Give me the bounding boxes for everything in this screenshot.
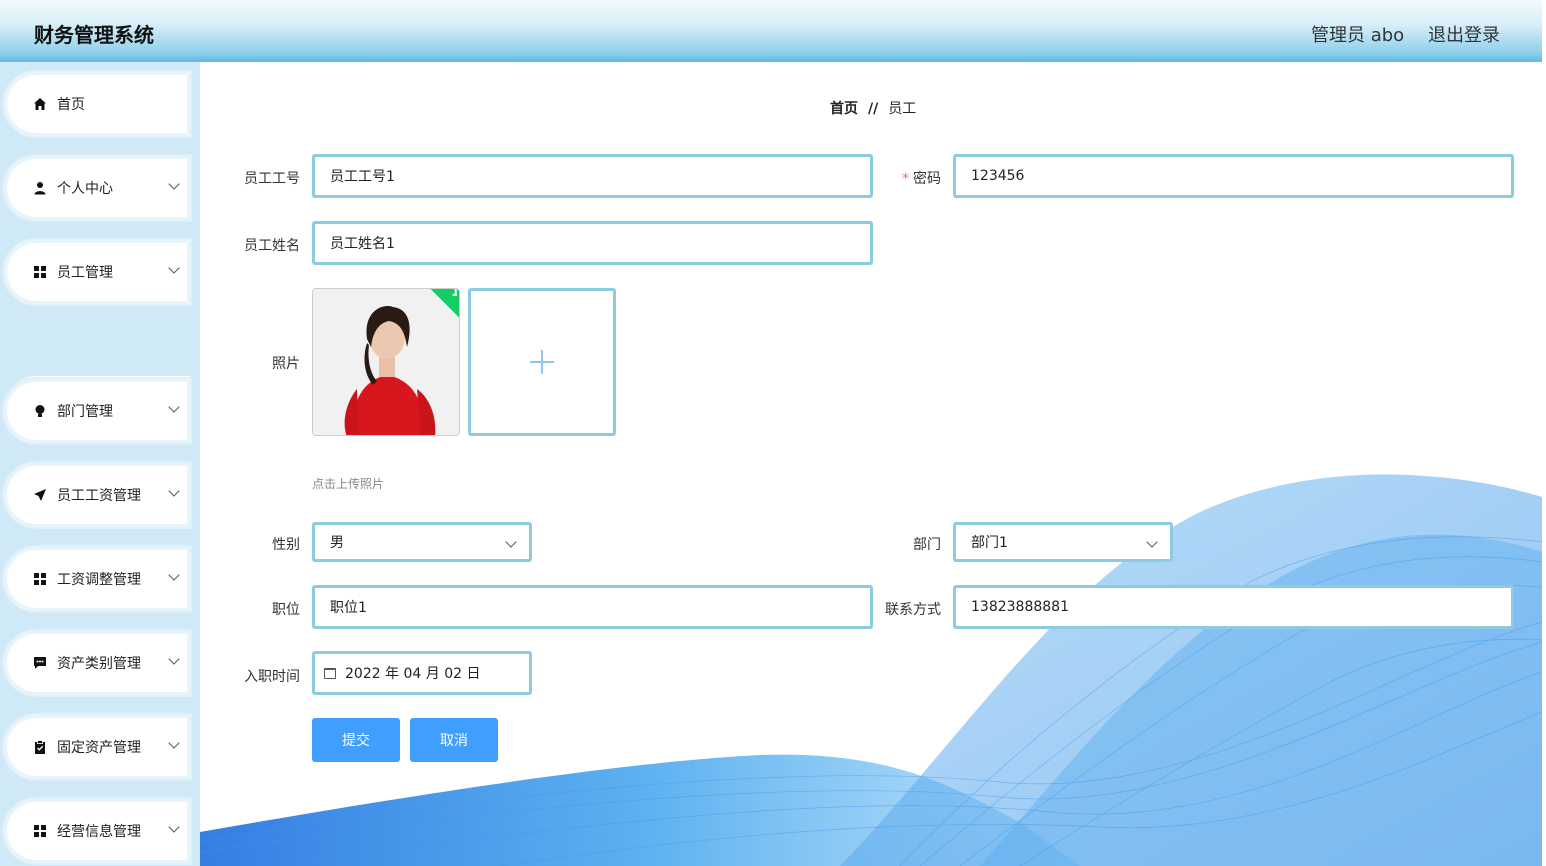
current-user: 管理员 abo (1311, 25, 1405, 46)
chevron-down-icon (168, 401, 180, 413)
chevron-down-icon (1146, 536, 1158, 548)
sidebar-item-label: 员工工资管理 (57, 488, 141, 504)
emp-name-label: 员工姓名 (244, 238, 300, 254)
breadcrumb: 首页 // 员工 (830, 98, 916, 118)
home-icon (33, 97, 47, 111)
contact-input[interactable]: 13823888881 (953, 585, 1514, 629)
position-value: 职位1 (330, 600, 367, 616)
grid-icon (33, 265, 47, 279)
password-label-text: 密码 (913, 171, 941, 187)
password-label: * 密码 (851, 168, 941, 188)
chat-icon (33, 656, 47, 670)
sidebar-item-label: 个人中心 (57, 181, 113, 197)
emp-id-value: 员工工号1 (330, 169, 395, 185)
required-mark: * (902, 171, 909, 187)
uploaded-photo-thumbnail[interactable] (312, 288, 460, 436)
position-label: 职位 (272, 602, 300, 618)
hire-date-value: 2022 年 04 月 02 日 (345, 666, 481, 682)
password-input[interactable]: 123456 (953, 154, 1514, 198)
upload-hint: 点击上传照片 (312, 477, 385, 491)
contact-label: 联系方式 (885, 602, 941, 618)
chevron-down-icon (168, 653, 180, 665)
sidebar-item-business-info[interactable]: 经营信息管理 (4, 799, 190, 863)
sidebar-item-label: 部门管理 (57, 404, 113, 420)
chevron-down-icon (168, 178, 180, 190)
clipboard-icon (33, 740, 47, 754)
department-select[interactable]: 部门1 (953, 522, 1173, 562)
grid-icon (33, 824, 47, 838)
sidebar-item-profile[interactable]: 个人中心 (4, 156, 190, 220)
photo-upload-button[interactable] (468, 288, 616, 436)
sidebar-item-salary-mgmt[interactable]: 员工工资管理 (4, 463, 190, 527)
sidebar-item-asset-category[interactable]: 资产类别管理 (4, 631, 190, 695)
chevron-down-icon (168, 737, 180, 749)
send-icon (33, 488, 47, 502)
contact-value: 13823888881 (971, 599, 1069, 615)
breadcrumb-current: 员工 (888, 101, 917, 117)
hire-date-label: 入职时间 (244, 669, 300, 685)
portrait-image (313, 289, 459, 435)
cancel-button[interactable]: 取消 (410, 718, 498, 762)
sidebar: 首页 个人中心 员工管理 员工 部门管理 员工工资管理 工 (0, 62, 200, 866)
position-input[interactable]: 职位1 (312, 585, 873, 629)
gender-value: 男 (330, 535, 344, 551)
top-header: 财务管理系统 管理员 abo 退出登录 (0, 0, 1542, 62)
photo-label: 照片 (272, 356, 300, 372)
emp-id-label: 员工工号 (244, 171, 300, 187)
chevron-down-icon (505, 536, 517, 548)
submit-button[interactable]: 提交 (312, 718, 400, 762)
bulb-icon (33, 404, 47, 418)
breadcrumb-home[interactable]: 首页 (830, 101, 858, 117)
sidebar-item-label: 工资调整管理 (57, 572, 141, 588)
department-value: 部门1 (971, 535, 1008, 551)
password-value: 123456 (971, 168, 1025, 184)
sidebar-item-label: 经营信息管理 (57, 824, 141, 840)
breadcrumb-separator: // (868, 101, 879, 117)
chevron-down-icon (168, 821, 180, 833)
user-icon (33, 181, 47, 195)
hire-date-picker[interactable]: 2022 年 04 月 02 日 (312, 651, 532, 695)
chevron-down-icon (168, 569, 180, 581)
chevron-down-icon (168, 485, 180, 497)
sidebar-item-label: 首页 (57, 97, 85, 113)
logout-link[interactable]: 退出登录 (1428, 21, 1500, 47)
sidebar-item-fixed-asset[interactable]: 固定资产管理 (4, 715, 190, 779)
main-content: 首页//员工 员工工号 员工工号1 * 密码 123456 员工姓名 员工姓名1 … (200, 62, 1542, 866)
chevron-down-icon (168, 262, 180, 274)
sidebar-item-label: 员工管理 (57, 265, 113, 281)
department-label: 部门 (913, 537, 941, 553)
sidebar-item-department-mgmt[interactable]: 部门管理 (4, 379, 190, 443)
app-title: 财务管理系统 (34, 23, 154, 47)
emp-name-value: 员工姓名1 (330, 236, 395, 252)
sidebar-item-label: 固定资产管理 (57, 740, 141, 756)
sidebar-item-label: 资产类别管理 (57, 656, 141, 672)
emp-id-input[interactable]: 员工工号1 (312, 154, 873, 198)
emp-name-input[interactable]: 员工姓名1 (312, 221, 873, 265)
sidebar-item-salary-adjust[interactable]: 工资调整管理 (4, 547, 190, 611)
gender-label: 性别 (272, 537, 300, 553)
calendar-icon (324, 667, 336, 679)
sidebar-item-employee-mgmt[interactable]: 员工管理 (4, 240, 190, 304)
gender-select[interactable]: 男 (312, 522, 532, 562)
grid-icon (33, 572, 47, 586)
sidebar-item-home[interactable]: 首页 (4, 72, 190, 136)
